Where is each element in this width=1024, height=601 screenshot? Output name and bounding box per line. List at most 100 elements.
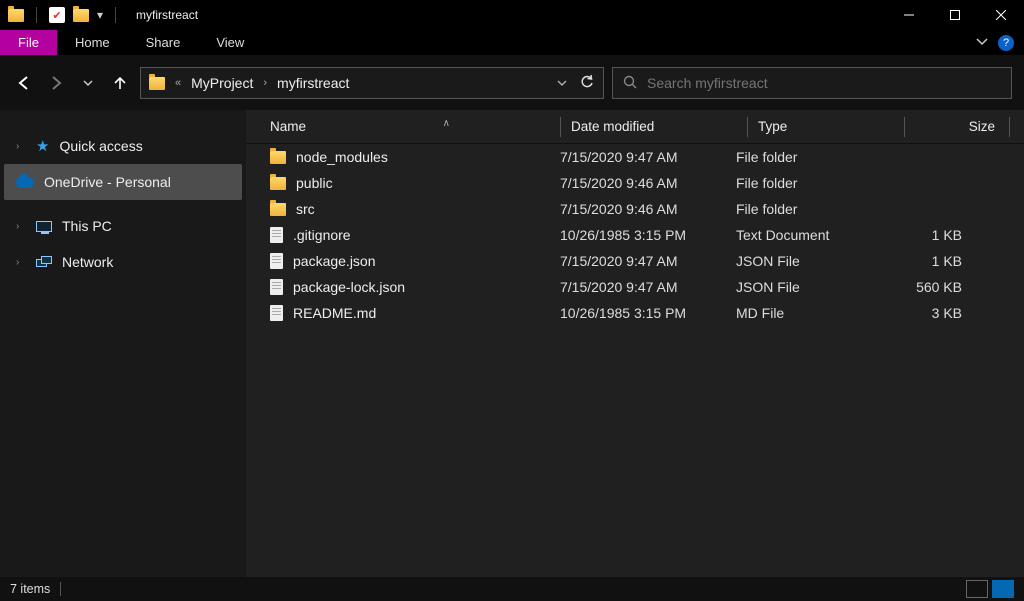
sidebar-item-this-pc[interactable]: › This PC — [0, 208, 246, 244]
column-header-size[interactable]: Size — [915, 119, 1009, 134]
separator — [60, 582, 61, 596]
file-name: package-lock.json — [293, 279, 405, 295]
status-bar: 7 items — [0, 577, 1024, 601]
address-bar[interactable]: « MyProject › myfirstreact — [140, 67, 604, 99]
file-type: MD File — [736, 305, 882, 321]
expand-icon[interactable]: › — [16, 221, 26, 232]
file-name: .gitignore — [293, 227, 351, 243]
ribbon-collapse-button[interactable] — [976, 35, 988, 50]
refresh-button[interactable] — [579, 74, 595, 93]
file-name: README.md — [293, 305, 376, 321]
file-icon — [270, 279, 283, 295]
file-type: File folder — [736, 149, 882, 165]
column-header-type[interactable]: Type — [758, 119, 904, 134]
file-row[interactable]: package.json7/15/2020 9:47 AMJSON File1 … — [246, 248, 1024, 274]
file-date: 10/26/1985 3:15 PM — [560, 305, 736, 321]
file-list-pane: Name ∧ Date modified Type Size node_modu… — [246, 110, 1024, 577]
help-button[interactable]: ? — [998, 35, 1014, 51]
ribbon: File Home Share View ? — [0, 30, 1024, 56]
folder-icon — [270, 177, 286, 190]
column-divider[interactable] — [1009, 117, 1010, 137]
folder-icon — [149, 77, 165, 90]
column-divider[interactable] — [747, 117, 748, 137]
file-row[interactable]: node_modules 7/15/2020 9:47 AMFile folder — [246, 144, 1024, 170]
sidebar-item-label: OneDrive - Personal — [44, 174, 171, 190]
file-type: JSON File — [736, 279, 882, 295]
file-type: JSON File — [736, 253, 882, 269]
column-divider[interactable] — [904, 117, 905, 137]
expand-icon[interactable]: › — [16, 257, 26, 268]
cloud-icon — [16, 177, 34, 188]
back-button[interactable] — [12, 71, 36, 95]
file-date: 7/15/2020 9:47 AM — [560, 279, 736, 295]
file-icon — [270, 305, 283, 321]
folder-icon — [270, 151, 286, 164]
search-input[interactable] — [647, 75, 1001, 91]
breadcrumb[interactable]: myfirstreact — [277, 75, 349, 91]
file-icon — [270, 253, 283, 269]
search-box[interactable] — [612, 67, 1012, 99]
recent-locations-button[interactable] — [76, 71, 100, 95]
file-row[interactable]: README.md10/26/1985 3:15 PMMD File3 KB — [246, 300, 1024, 326]
file-date: 7/15/2020 9:47 AM — [560, 149, 736, 165]
separator — [115, 7, 116, 23]
folder-icon — [270, 203, 286, 216]
minimize-button[interactable] — [886, 0, 932, 30]
file-list: node_modules7/15/2020 9:47 AMFile folder… — [246, 144, 1024, 326]
file-date: 7/15/2020 9:47 AM — [560, 253, 736, 269]
sidebar-item-label: Network — [62, 254, 113, 270]
sidebar-item-label: Quick access — [59, 138, 142, 154]
column-header-name[interactable]: Name ∧ — [246, 119, 560, 134]
column-headers: Name ∧ Date modified Type Size — [246, 110, 1024, 144]
network-icon — [36, 256, 52, 268]
window-title: myfirstreact — [136, 8, 198, 22]
file-icon — [270, 227, 283, 243]
close-button[interactable] — [978, 0, 1024, 30]
column-divider[interactable] — [560, 117, 561, 137]
file-date: 7/15/2020 9:46 AM — [560, 201, 736, 217]
tab-share[interactable]: Share — [128, 30, 199, 55]
file-row[interactable]: .gitignore 10/26/1985 3:15 PMText Documen… — [246, 222, 1024, 248]
chevron-right-icon[interactable]: › — [261, 77, 269, 89]
address-dropdown[interactable] — [557, 75, 567, 91]
file-date: 7/15/2020 9:46 AM — [560, 175, 736, 191]
search-icon — [623, 75, 637, 92]
folder-icon[interactable] — [73, 9, 89, 22]
star-icon: ★ — [36, 137, 49, 155]
properties-icon[interactable]: ✔ — [49, 7, 65, 23]
file-name: package.json — [293, 253, 376, 269]
nav-pane: › ★ Quick access OneDrive - Personal › T… — [0, 110, 246, 577]
maximize-button[interactable] — [932, 0, 978, 30]
file-row[interactable]: src 7/15/2020 9:46 AMFile folder — [246, 196, 1024, 222]
breadcrumb[interactable]: MyProject — [191, 75, 253, 91]
nav-toolbar: « MyProject › myfirstreact — [0, 56, 1024, 110]
up-button[interactable] — [108, 71, 132, 95]
column-header-date[interactable]: Date modified — [571, 119, 747, 134]
file-name: public — [296, 175, 333, 191]
sidebar-item-quick-access[interactable]: › ★ Quick access — [0, 128, 246, 164]
details-view-button[interactable] — [966, 580, 988, 598]
sidebar-item-onedrive[interactable]: OneDrive - Personal — [4, 164, 242, 200]
file-size: 560 KB — [882, 279, 976, 295]
sidebar-item-network[interactable]: › Network — [0, 244, 246, 280]
item-count: 7 items — [10, 582, 50, 596]
large-icons-view-button[interactable] — [992, 580, 1014, 598]
file-type: File folder — [736, 201, 882, 217]
file-tab[interactable]: File — [0, 30, 57, 55]
file-row[interactable]: package-lock.json 7/15/2020 9:47 AMJSON F… — [246, 274, 1024, 300]
file-name: node_modules — [296, 149, 388, 165]
sort-indicator-icon: ∧ — [443, 118, 450, 129]
file-date: 10/26/1985 3:15 PM — [560, 227, 736, 243]
file-type: Text Document — [736, 227, 882, 243]
forward-button[interactable] — [44, 71, 68, 95]
tab-view[interactable]: View — [198, 30, 262, 55]
title-bar: ✔ ▾ myfirstreact — [0, 0, 1024, 30]
qat-overflow[interactable]: ▾ — [97, 8, 103, 22]
file-name: src — [296, 201, 315, 217]
monitor-icon — [36, 221, 52, 232]
tab-home[interactable]: Home — [57, 30, 128, 55]
file-row[interactable]: public7/15/2020 9:46 AMFile folder — [246, 170, 1024, 196]
expand-icon[interactable]: › — [16, 141, 26, 152]
chevron-left-icon[interactable]: « — [173, 77, 183, 89]
separator — [36, 7, 37, 23]
